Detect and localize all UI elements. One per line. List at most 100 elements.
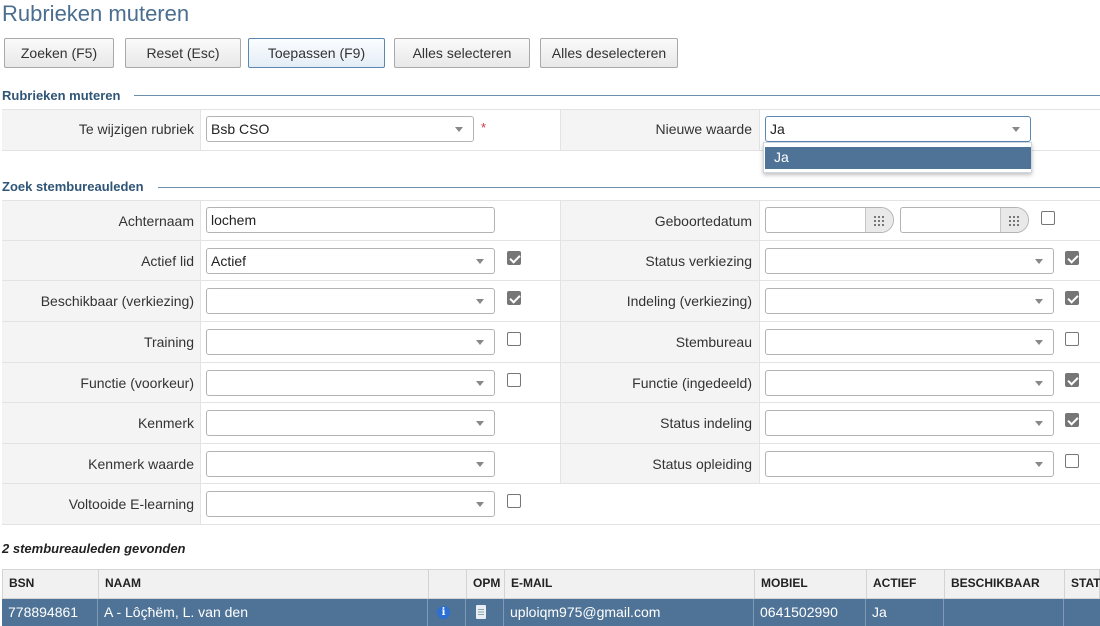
form-row: Beschikbaar (verkiezing) Indeling (verki…	[2, 281, 1100, 322]
table-header: BSN NAAM OPM E-MAIL MOBIEL ACTIEF BESCHI…	[2, 569, 1100, 599]
training-checkbox[interactable]	[507, 332, 521, 346]
column-header-mobiel[interactable]: MOBIEL	[755, 570, 867, 598]
status-indeling-label: Status indeling	[660, 415, 752, 431]
deselect-all-button[interactable]: Alles deselecteren	[540, 38, 678, 68]
info-icon[interactable]: i	[437, 606, 450, 619]
beschikbaar-checkbox[interactable]	[507, 291, 521, 305]
column-header-actief[interactable]: ACTIEF	[867, 570, 945, 598]
functie-voorkeur-label: Functie (voorkeur)	[80, 375, 194, 391]
form-row: Training Stembureau	[2, 322, 1100, 363]
search-form: Achternaam lochem Geboortedatum Actief l…	[2, 200, 1100, 525]
cell-naam: A - Lôçħëm, L. van den	[98, 599, 428, 626]
stembureau-select[interactable]	[765, 329, 1054, 355]
kenmerk-label: Kenmerk	[137, 415, 194, 431]
kenmerk-waarde-select[interactable]	[206, 451, 495, 477]
chevron-down-icon	[1035, 299, 1043, 304]
cell-info: i	[428, 599, 466, 626]
required-marker: *	[481, 120, 487, 135]
cell-actief: Ja	[866, 599, 944, 626]
form-row: Achternaam lochem Geboortedatum	[2, 201, 1100, 241]
functie-voorkeur-select[interactable]	[206, 370, 495, 396]
calendar-icon[interactable]	[1000, 208, 1028, 232]
indeling-checkbox[interactable]	[1065, 291, 1079, 305]
chevron-down-icon	[476, 299, 484, 304]
chevron-down-icon	[476, 259, 484, 264]
status-verkiezing-select[interactable]	[765, 248, 1054, 274]
elearning-label: Voltooide E-learning	[68, 496, 194, 512]
elearning-select[interactable]	[206, 491, 495, 517]
training-label: Training	[143, 334, 194, 350]
geboortedatum-checkbox[interactable]	[1041, 211, 1055, 225]
achternaam-input[interactable]: lochem	[206, 207, 495, 233]
form-row: Functie (voorkeur) Functie (ingedeeld)	[2, 363, 1100, 403]
achternaam-label: Achternaam	[118, 213, 194, 229]
indeling-select[interactable]	[765, 288, 1054, 314]
status-indeling-select[interactable]	[765, 410, 1054, 436]
chevron-down-icon	[1035, 259, 1043, 264]
chevron-down-icon	[476, 502, 484, 507]
beschikbaar-label: Beschikbaar (verkiezing)	[40, 293, 194, 309]
status-opleiding-checkbox[interactable]	[1065, 454, 1079, 468]
beschikbaar-select[interactable]	[206, 288, 495, 314]
status-indeling-checkbox[interactable]	[1065, 413, 1079, 427]
column-header-info	[429, 570, 467, 598]
actief-checkbox[interactable]	[507, 251, 521, 265]
actief-select[interactable]: Actief	[206, 248, 495, 274]
rubric-label: Te wijzigen rubriek	[78, 121, 194, 137]
column-header-opm[interactable]: OPM	[467, 570, 505, 598]
functie-ingedeeld-label: Functie (ingedeeld)	[632, 375, 752, 391]
section-divider	[158, 187, 1100, 188]
section-title-search: Zoek stembureauleden	[2, 179, 144, 194]
geboortedatum-label: Geboortedatum	[654, 213, 752, 229]
status-verkiezing-checkbox[interactable]	[1065, 251, 1079, 265]
status-verkiezing-label: Status verkiezing	[645, 253, 752, 269]
status-opleiding-label: Status opleiding	[652, 456, 752, 472]
chevron-down-icon	[1012, 127, 1020, 132]
chevron-down-icon	[476, 381, 484, 386]
column-header-email[interactable]: E-MAIL	[505, 570, 755, 598]
column-header-status[interactable]: STAT	[1065, 570, 1100, 598]
chevron-down-icon	[1035, 340, 1043, 345]
chevron-down-icon	[1035, 381, 1043, 386]
functie-ingedeeld-select[interactable]	[765, 370, 1054, 396]
stembureau-label: Stembureau	[675, 334, 752, 350]
new-value-select[interactable]: Ja	[765, 116, 1031, 142]
reset-button[interactable]: Reset (Esc)	[125, 38, 241, 68]
cell-opm	[466, 599, 504, 626]
indeling-label: Indeling (verkiezing)	[626, 293, 752, 309]
new-value-dropdown: Ja	[763, 142, 1032, 173]
rubric-select[interactable]: Bsb CSO	[206, 116, 474, 142]
table-row[interactable]: 778894861 A - Lôçħëm, L. van den i uploi…	[2, 599, 1100, 626]
stembureau-checkbox[interactable]	[1065, 332, 1079, 346]
page-title: Rubrieken muteren	[2, 1, 190, 26]
actief-label: Actief lid	[141, 253, 194, 269]
status-opleiding-select[interactable]	[765, 451, 1054, 477]
column-header-naam[interactable]: NAAM	[99, 570, 429, 598]
birthdate-from-input[interactable]	[765, 207, 894, 233]
form-row: Actief lid Actief Status verkiezing	[2, 241, 1100, 281]
dropdown-option[interactable]: Ja	[765, 147, 1031, 169]
calendar-icon[interactable]	[865, 208, 893, 232]
kenmerk-select[interactable]	[206, 410, 495, 436]
select-all-button[interactable]: Alles selecteren	[394, 38, 530, 68]
cell-bsn: 778894861	[2, 599, 98, 626]
note-icon[interactable]	[476, 605, 486, 619]
form-row: Voltooide E-learning	[2, 484, 1100, 525]
cell-beschikbaar	[944, 599, 1064, 626]
functie-ingedeeld-checkbox[interactable]	[1065, 373, 1079, 387]
chevron-down-icon	[476, 340, 484, 345]
column-header-bsn[interactable]: BSN	[3, 570, 99, 598]
form-row: Kenmerk Status indeling	[2, 403, 1100, 444]
search-button[interactable]: Zoeken (F5)	[4, 38, 114, 68]
column-header-beschikbaar[interactable]: BESCHIKBAAR	[945, 570, 1065, 598]
chevron-down-icon	[476, 462, 484, 467]
new-value-label: Nieuwe waarde	[655, 121, 753, 137]
birthdate-to-input[interactable]	[900, 207, 1029, 233]
kenmerk-waarde-label: Kenmerk waarde	[88, 456, 194, 472]
apply-button[interactable]: Toepassen (F9)	[248, 38, 385, 68]
training-select[interactable]	[206, 329, 495, 355]
elearning-checkbox[interactable]	[507, 494, 521, 508]
cell-status	[1064, 599, 1100, 626]
section-divider	[134, 95, 1100, 96]
functie-voorkeur-checkbox[interactable]	[507, 373, 521, 387]
